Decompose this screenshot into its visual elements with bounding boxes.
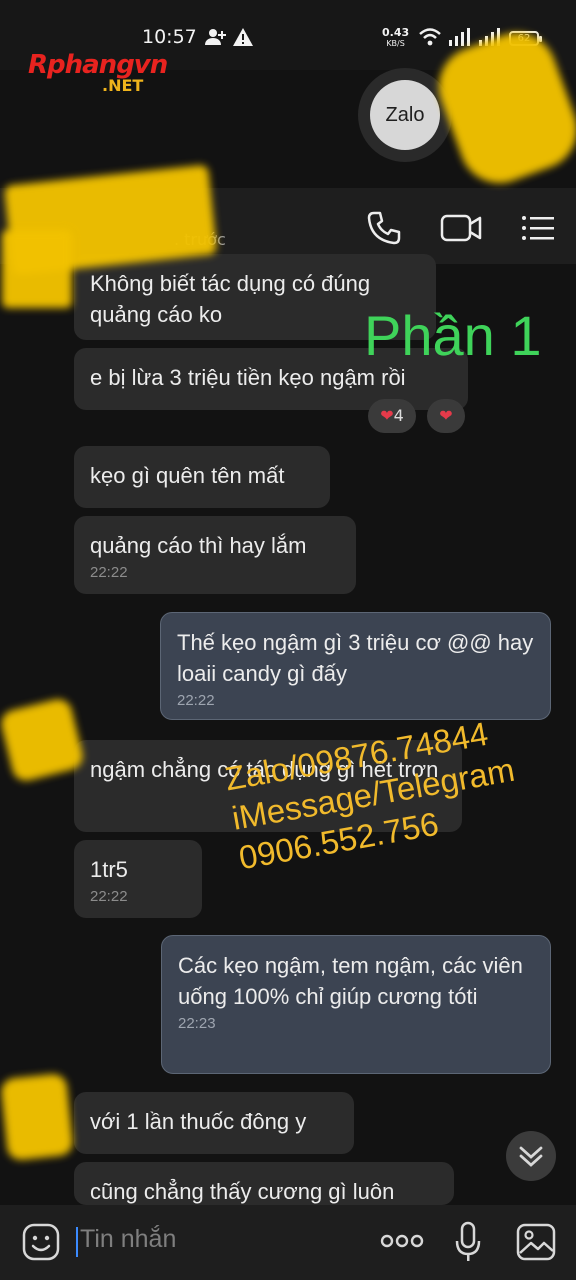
message-bubble-incoming[interactable]: quảng cáo thì hay lắm 22:22 [74, 516, 356, 594]
contact-overlay: Zalo/09876.74844 iMessage/Telegram 0906.… [222, 710, 525, 878]
message-text: 1tr5 [90, 857, 128, 882]
warning-icon [233, 28, 253, 46]
message-time: 22:22 [90, 564, 128, 581]
reaction-summary[interactable]: ❤4 [368, 399, 416, 433]
heart-icon: ❤ [439, 406, 453, 425]
status-time: 10:57 [142, 26, 197, 48]
message-text: kẹo gì quên tên mất [90, 463, 285, 488]
message-time: 22:23 [178, 1015, 216, 1032]
input-placeholder: Tin nhắn [80, 1225, 177, 1253]
reaction-count: 4 [393, 406, 404, 425]
network-speed: 0.43 KB/S [382, 26, 410, 48]
message-bubble-incoming[interactable]: kẹo gì quên tên mất [74, 446, 330, 508]
site-logo: Rphangvn .NET [28, 50, 168, 95]
message-time: 22:22 [90, 888, 128, 905]
scroll-to-bottom-button[interactable] [506, 1131, 556, 1181]
message-text: với 1 lần thuốc đông y [90, 1109, 307, 1134]
react-button[interactable]: ❤ [427, 399, 465, 433]
heart-icon: ❤ [380, 406, 394, 425]
emoji-icon[interactable] [22, 1223, 60, 1261]
overlay-title: Phần 1 [364, 304, 542, 367]
double-chevron-down-icon [519, 1146, 543, 1167]
menu-icon[interactable] [520, 210, 556, 246]
message-input-bar: Tin nhắn [0, 1205, 576, 1280]
message-time: 22:22 [177, 692, 215, 709]
redaction-blob [2, 230, 72, 308]
message-text: Thế kẹo ngậm gì 3 triệu cơ @@ hay loaii … [177, 630, 534, 686]
logo-text: Rphangvn [28, 50, 168, 80]
text-caret [76, 1227, 78, 1257]
message-bubble-incoming[interactable]: với 1 lần thuốc đông y [74, 1092, 354, 1154]
phone-icon[interactable] [366, 210, 402, 246]
image-icon[interactable] [516, 1223, 556, 1261]
redaction-blob [0, 1072, 75, 1162]
microphone-icon[interactable] [454, 1221, 482, 1263]
wifi-icon [419, 28, 441, 46]
message-bubble-outgoing[interactable]: Thế kẹo ngậm gì 3 triệu cơ @@ hay loaii … [160, 612, 551, 720]
message-input[interactable]: Tin nhắn [76, 1221, 346, 1261]
add-contact-icon [205, 29, 226, 45]
video-call-icon[interactable] [440, 210, 482, 246]
message-text: Các kẹo ngậm, tem ngậm, các viên uống 10… [178, 953, 523, 1009]
message-bubble-incoming[interactable]: 1tr5 22:22 [74, 840, 202, 918]
message-bubble-incoming[interactable]: cũng chẳng thấy cương gì luôn [74, 1162, 454, 1205]
message-bubble-outgoing[interactable]: Các kẹo ngậm, tem ngậm, các viên uống 10… [161, 935, 551, 1074]
redaction-blob [0, 696, 86, 784]
more-options-icon[interactable] [380, 1233, 424, 1249]
message-text: quảng cáo thì hay lắm [90, 533, 307, 558]
message-text: cũng chẳng thấy cương gì luôn [90, 1179, 395, 1204]
zalo-logo: Zalo [370, 80, 440, 150]
signal-icon [449, 28, 470, 46]
